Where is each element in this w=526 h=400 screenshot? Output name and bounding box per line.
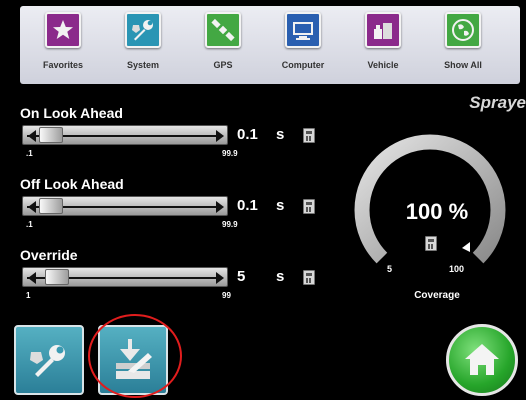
override-slider[interactable] xyxy=(22,267,228,287)
toolbar-system[interactable]: System xyxy=(112,12,174,70)
calculator-icon[interactable] xyxy=(303,199,315,214)
tools-button[interactable] xyxy=(14,325,84,395)
slider-max-label: 99 xyxy=(222,291,231,300)
toolbar-label: GPS xyxy=(213,60,233,70)
slider-min-label: .1 xyxy=(26,220,33,229)
toolbar-show-all[interactable]: Show All xyxy=(432,12,494,70)
off-look-ahead-label: Off Look Ahead xyxy=(20,176,124,192)
off-look-ahead-unit: s xyxy=(276,197,285,214)
satellite-icon xyxy=(205,12,241,48)
coverage-label: Coverage xyxy=(414,290,460,301)
arrow-right-icon[interactable] xyxy=(216,201,224,213)
computer-icon xyxy=(285,12,321,48)
calculator-icon[interactable] xyxy=(303,270,315,285)
vehicle-icon xyxy=(365,12,401,48)
arrow-left-icon[interactable] xyxy=(28,201,36,213)
on-look-ahead-slider[interactable] xyxy=(22,125,228,145)
calculator-icon[interactable] xyxy=(425,236,437,251)
toolbar-label: System xyxy=(126,60,160,70)
toolbar-computer[interactable]: Computer xyxy=(272,12,334,70)
override-value: 5 xyxy=(237,268,246,285)
sprayer-settings-screen: Favorites System GPS Computer Vehicle Sh… xyxy=(0,0,526,400)
off-look-ahead-slider[interactable] xyxy=(22,196,228,216)
toolbar-vehicle[interactable]: Vehicle xyxy=(352,12,414,70)
toolbar-label: Computer xyxy=(281,60,325,70)
toolbar-label: Vehicle xyxy=(367,60,399,70)
arrow-right-icon[interactable] xyxy=(216,130,224,142)
arrow-left-icon[interactable] xyxy=(28,272,36,284)
slider-max-label: 99.9 xyxy=(222,149,238,158)
override-unit: s xyxy=(276,268,285,285)
arrow-right-icon[interactable] xyxy=(216,272,224,284)
toolbar-label: Favorites xyxy=(42,60,84,70)
on-look-ahead-unit: s xyxy=(276,126,285,143)
gauge-min-label: 5 xyxy=(387,264,393,274)
star-icon xyxy=(45,12,81,48)
gauge-max-label: 100 xyxy=(449,264,465,274)
slider-thumb[interactable] xyxy=(38,127,63,143)
gauge-pointer-icon xyxy=(462,242,470,252)
on-look-ahead-value: 0.1 xyxy=(237,126,258,143)
home-icon xyxy=(465,344,499,375)
slider-min-label: 1 xyxy=(26,291,31,300)
globe-icon xyxy=(445,12,481,48)
override-label: Override xyxy=(20,247,78,263)
page-title: Spraye xyxy=(469,93,526,112)
slider-thumb[interactable] xyxy=(38,198,63,214)
highlight-circle xyxy=(88,314,182,398)
slider-min-label: .1 xyxy=(26,149,33,158)
wrench-icon xyxy=(30,345,65,377)
toolbar-favorites[interactable]: Favorites xyxy=(32,12,94,70)
off-look-ahead-value: 0.1 xyxy=(237,197,258,214)
arrow-left-icon[interactable] xyxy=(28,130,36,142)
toolbar-label: Show All xyxy=(444,60,482,70)
home-button[interactable] xyxy=(446,324,518,396)
wrench-icon xyxy=(125,12,161,48)
on-look-ahead-label: On Look Ahead xyxy=(20,105,123,121)
slider-thumb[interactable] xyxy=(44,269,69,285)
coverage-value: 100 % xyxy=(405,199,469,224)
slider-max-label: 99.9 xyxy=(222,220,238,229)
calculator-icon[interactable] xyxy=(303,128,315,143)
top-toolbar: Favorites System GPS Computer Vehicle Sh… xyxy=(20,6,520,84)
toolbar-gps[interactable]: GPS xyxy=(192,12,254,70)
